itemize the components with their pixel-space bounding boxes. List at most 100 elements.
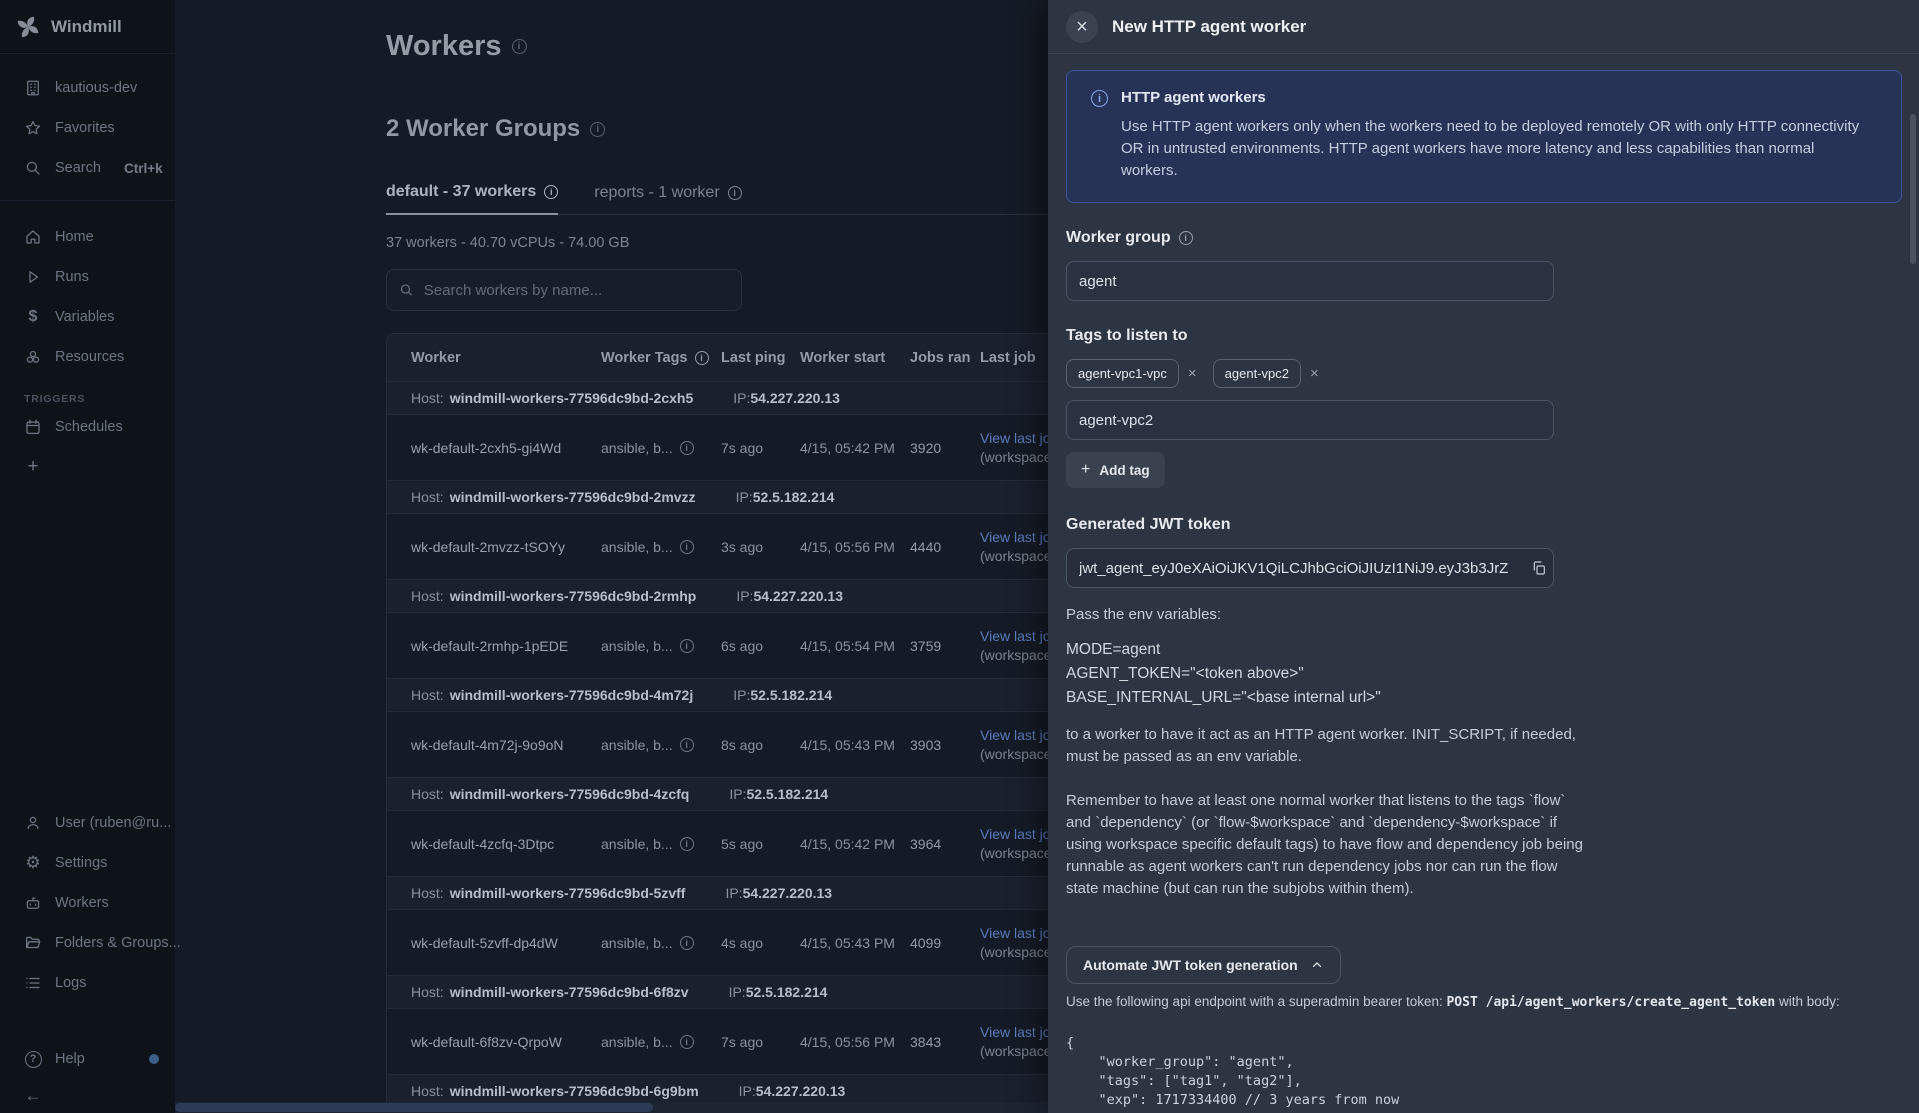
info-icon[interactable]	[544, 185, 558, 199]
remove-tag-icon[interactable]	[1310, 365, 1319, 382]
worker-group-input[interactable]	[1066, 261, 1554, 301]
worker-groups-heading-text: 2 Worker Groups	[386, 115, 580, 143]
sidebar-item-settings[interactable]: Settings	[0, 843, 175, 883]
last-ping-cell: 7s ago	[721, 440, 800, 456]
worker-start-cell: 4/15, 05:54 PM	[800, 638, 910, 654]
building-icon	[24, 79, 42, 97]
info-icon[interactable]	[680, 441, 694, 455]
last-ping-cell: 7s ago	[721, 1034, 800, 1050]
host-ip: IP:54.227.220.13	[733, 390, 840, 406]
search-shortcut: Ctrl+k	[124, 161, 163, 176]
worker-tags-text: ansible, b...	[601, 440, 673, 456]
info-icon[interactable]	[512, 39, 527, 54]
env-line: AGENT_TOKEN="<token above>"	[1066, 662, 1902, 686]
worker-start-cell: 4/15, 05:56 PM	[800, 1034, 910, 1050]
sidebar-item-variables[interactable]: Variables	[0, 297, 175, 337]
host-label: Host:	[411, 786, 444, 802]
close-icon[interactable]	[1066, 11, 1098, 43]
notification-dot	[149, 1054, 159, 1064]
api-endpoint-code: POST /api/agent_workers/create_agent_tok…	[1446, 995, 1775, 1010]
env-variables: MODE=agent AGENT_TOKEN="<token above>" B…	[1066, 638, 1902, 710]
sidebar-item-home[interactable]: Home	[0, 217, 175, 257]
add-tag-button[interactable]: Add tag	[1066, 452, 1165, 488]
ip-label: IP:	[739, 1083, 756, 1099]
host-name: windmill-workers-77596dc9bd-6g9bm	[450, 1083, 699, 1099]
info-icon[interactable]	[1179, 231, 1193, 245]
sidebar-item-label: Folders & Groups...	[55, 935, 181, 951]
info-box-title: HTTP agent workers	[1121, 89, 1869, 106]
copy-icon[interactable]	[1529, 558, 1549, 578]
worker-search	[386, 269, 742, 311]
collapse-sidebar-button[interactable]	[0, 1079, 175, 1113]
env-line: BASE_INTERNAL_URL="<base internal url>"	[1066, 686, 1902, 710]
help-icon	[24, 1050, 42, 1068]
info-icon[interactable]	[680, 936, 694, 950]
info-icon[interactable]	[680, 639, 694, 653]
info-icon[interactable]	[695, 351, 709, 365]
tab-reports-group[interactable]: reports - 1 worker	[594, 183, 741, 214]
search-workers-input[interactable]	[424, 282, 729, 299]
sidebar-item-runs[interactable]: Runs	[0, 257, 175, 297]
ip-label: IP:	[729, 984, 746, 1000]
sidebar-item-help[interactable]: Help	[0, 1039, 175, 1079]
info-icon[interactable]	[590, 122, 605, 137]
sidebar-item-search[interactable]: Search Ctrl+k	[0, 148, 175, 188]
last-ping-cell: 3s ago	[721, 539, 800, 555]
column-header-worker: Worker	[411, 350, 601, 366]
list-icon	[24, 974, 42, 992]
drawer-scrollbar-thumb[interactable]	[1910, 114, 1916, 264]
host-name: windmill-workers-77596dc9bd-6f8zv	[450, 984, 689, 1000]
automate-jwt-button[interactable]: Automate JWT token generation	[1066, 946, 1341, 984]
jwt-token-input[interactable]	[1066, 548, 1554, 588]
add-trigger-button[interactable]	[0, 447, 175, 487]
last-ping-cell: 4s ago	[721, 935, 800, 951]
jobs-ran-cell: 3964	[910, 836, 980, 852]
play-icon	[24, 268, 42, 286]
drawer-body: HTTP agent workers Use HTTP agent worker…	[1048, 54, 1919, 1113]
worker-start-cell: 4/15, 05:43 PM	[800, 737, 910, 753]
worker-start-cell: 4/15, 05:56 PM	[800, 539, 910, 555]
sidebar-item-label: Logs	[55, 975, 86, 991]
sidebar-item-logs[interactable]: Logs	[0, 963, 175, 1003]
automate-jwt-label: Automate JWT token generation	[1083, 957, 1298, 973]
host-label: Host:	[411, 687, 444, 703]
info-icon[interactable]	[680, 540, 694, 554]
new-tag-input[interactable]	[1066, 400, 1554, 440]
sidebar-item-user[interactable]: User (ruben@ru...	[0, 803, 175, 843]
worker-name: wk-default-4m72j-9o9oN	[411, 737, 601, 753]
info-icon[interactable]	[728, 186, 742, 200]
brand-name: Windmill	[51, 17, 122, 37]
info-icon[interactable]	[680, 738, 694, 752]
host-name: windmill-workers-77596dc9bd-4zcfq	[450, 786, 690, 802]
windmill-logo-icon	[15, 14, 41, 40]
sidebar-item-label: Runs	[55, 269, 89, 285]
remove-tag-icon[interactable]	[1188, 365, 1197, 382]
sidebar-item-workspace[interactable]: kautious-dev	[0, 68, 175, 108]
worker-start-cell: 4/15, 05:42 PM	[800, 836, 910, 852]
sidebar-item-folders-groups[interactable]: Folders & Groups...	[0, 923, 175, 963]
info-icon[interactable]	[680, 837, 694, 851]
ip-value: 52.5.182.214	[746, 984, 828, 1000]
info-icon[interactable]	[680, 1035, 694, 1049]
sidebar-item-workers[interactable]: Workers	[0, 883, 175, 923]
jobs-ran-cell: 3920	[910, 440, 980, 456]
plus-icon	[1081, 461, 1090, 479]
horizontal-scrollbar-thumb[interactable]	[175, 1103, 653, 1112]
sidebar-item-schedules[interactable]: Schedules	[0, 407, 175, 447]
host-ip: IP:52.5.182.214	[733, 687, 832, 703]
add-tag-label: Add tag	[1099, 463, 1149, 478]
ip-label: IP:	[725, 885, 742, 901]
worker-tags-cell: ansible, b...	[601, 1034, 721, 1050]
search-icon	[399, 282, 414, 298]
sidebar-item-label: Search	[55, 160, 101, 176]
sidebar-item-favorites[interactable]: Favorites	[0, 108, 175, 148]
ip-value: 54.227.220.13	[743, 885, 833, 901]
worker-name: wk-default-2rmhp-1pEDE	[411, 638, 601, 654]
brand[interactable]: Windmill	[0, 0, 175, 54]
worker-tags-cell: ansible, b...	[601, 440, 721, 456]
tab-default-group[interactable]: default - 37 workers	[386, 183, 558, 215]
tab-label: reports - 1 worker	[594, 184, 719, 202]
sidebar-item-label: Resources	[55, 349, 124, 365]
sidebar-item-resources[interactable]: Resources	[0, 337, 175, 377]
jobs-ran-cell: 4099	[910, 935, 980, 951]
